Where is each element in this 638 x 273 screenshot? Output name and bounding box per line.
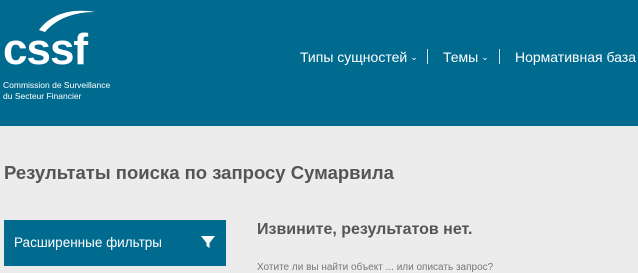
page-title: Результаты поиска по запросу Сумарвила xyxy=(4,162,394,183)
filter-funnel-icon xyxy=(201,236,215,248)
logo-wordmark: cssf xyxy=(3,25,88,74)
nav-divider xyxy=(499,49,500,64)
nav-topics[interactable]: Темы ⌄ xyxy=(443,47,489,67)
site-header: cssf Commission de Surveillance du Secte… xyxy=(0,0,638,126)
advanced-filters-button[interactable]: Расширенные фильтры xyxy=(4,220,226,266)
nav-label: Темы xyxy=(443,49,479,65)
nav-divider xyxy=(427,49,428,64)
chevron-down-icon: ⌄ xyxy=(481,52,489,62)
nav-regulatory-framework[interactable]: Нормативная база xyxy=(515,47,636,67)
no-results-hint: Хотите ли вы найти объект ... или описат… xyxy=(257,262,494,273)
logo-subtitle-line: Commission de Surveillance xyxy=(3,80,111,90)
nav-label: Нормативная база xyxy=(515,49,636,65)
cssf-logo[interactable]: cssf Commission de Surveillance du Secte… xyxy=(3,8,123,108)
chevron-down-icon: ⌄ xyxy=(410,52,418,62)
filters-button-label: Расширенные фильтры xyxy=(14,235,162,250)
nav-label: Типы сущностей xyxy=(300,49,408,65)
no-results-heading: Извините, результатов нет. xyxy=(257,221,473,238)
logo-subtitle-line: du Secteur Financier xyxy=(3,91,82,101)
nav-entity-types[interactable]: Типы сущностей ⌄ xyxy=(300,47,418,67)
logo-subtitle: Commission de Surveillance du Secteur Fi… xyxy=(3,80,133,102)
